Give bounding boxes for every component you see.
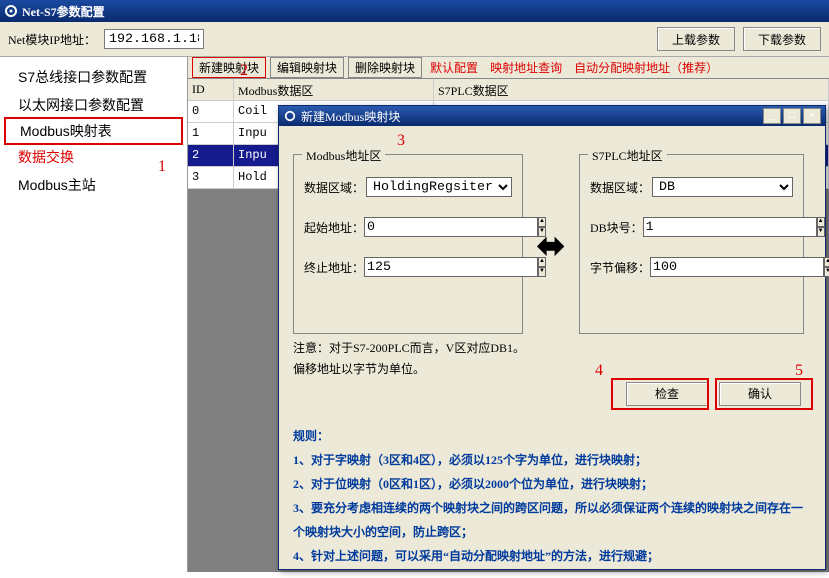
gear-icon bbox=[283, 109, 297, 123]
upload-button[interactable]: 上载参数 bbox=[657, 27, 735, 51]
rule-1: 1、对于字映射（3区和4区），必须以125个字为单位，进行块映射； bbox=[293, 448, 811, 472]
rules-section: 规则： 1、对于字映射（3区和4区），必须以125个字为单位，进行块映射； 2、… bbox=[293, 424, 811, 568]
modbus-area-select[interactable]: HoldingRegsiter bbox=[366, 177, 512, 197]
annotation-3: 3 bbox=[397, 132, 405, 149]
gear-icon bbox=[4, 4, 18, 18]
maximize-button[interactable]: □ bbox=[783, 108, 801, 124]
s7-offset-input[interactable] bbox=[650, 257, 824, 277]
s7-group: S7PLC地址区 数据区域： DB DB块号： ▲▼ 字节偏移： ▲▼ bbox=[579, 154, 804, 334]
close-button[interactable]: × bbox=[803, 108, 821, 124]
rules-head: 规则： bbox=[293, 424, 811, 448]
col-plc: S7PLC数据区 bbox=[434, 79, 829, 100]
note-line1: 注意：对于S7-200PLC而言，V区对应DB1。 bbox=[293, 340, 811, 357]
grid-header: ID Modbus数据区 S7PLC数据区 bbox=[188, 79, 829, 101]
edit-mapping-button[interactable]: 编辑映射块 bbox=[270, 57, 344, 78]
sidebar: S7总线接口参数配置 以太网接口参数配置 Modbus映射表 数据交换 Modb… bbox=[0, 57, 188, 572]
main-titlebar: Net-S7参数配置 bbox=[0, 0, 829, 22]
modbus-start-label: 起始地址： bbox=[304, 219, 364, 236]
minimize-button[interactable]: _ bbox=[763, 108, 781, 124]
modbus-group: Modbus地址区 数据区域： HoldingRegsiter 起始地址： ▲▼… bbox=[293, 154, 523, 334]
top-toolbar: Net模块IP地址： 上载参数 下载参数 bbox=[0, 22, 829, 57]
sidebar-item-ethernet[interactable]: 以太网接口参数配置 bbox=[0, 91, 187, 119]
spinner[interactable]: ▲▼ bbox=[538, 217, 546, 237]
modbus-end-label: 终止地址： bbox=[304, 259, 364, 276]
rule-2: 2、对于位映射（0区和1区），必须以2000个位为单位，进行块映射； bbox=[293, 472, 811, 496]
rule-3: 3、要充分考虑相连续的两个映射块之间的跨区问题，所以必须保证两个连续的映射块之间… bbox=[293, 496, 811, 544]
modbus-end-input[interactable] bbox=[364, 257, 538, 277]
new-mapping-dialog: 新建Modbus映射块 _ □ × 3 Modbus地址区 数据区域： Hold… bbox=[278, 105, 826, 570]
annotation-4: 4 bbox=[595, 362, 603, 380]
dialog-titlebar: 新建Modbus映射块 _ □ × bbox=[279, 106, 825, 126]
sidebar-item-modbus-map[interactable]: Modbus映射表 bbox=[4, 117, 183, 145]
modbus-group-label: Modbus地址区 bbox=[302, 147, 385, 164]
ip-input[interactable] bbox=[104, 29, 204, 49]
check-button[interactable]: 检查 bbox=[626, 382, 708, 406]
note-line2: 偏移地址以字节为单位。 bbox=[293, 361, 811, 378]
spinner[interactable]: ▲▼ bbox=[817, 217, 825, 237]
s7-offset-label: 字节偏移： bbox=[590, 259, 650, 276]
delete-mapping-button[interactable]: 删除映射块 bbox=[348, 57, 422, 78]
auto-assign-link[interactable]: 自动分配映射地址（推荐） bbox=[570, 59, 722, 76]
s7-block-label: DB块号： bbox=[590, 219, 643, 236]
col-type: Modbus数据区 bbox=[234, 79, 434, 100]
content-toolbar: 新建映射块 编辑映射块 删除映射块 默认配置 映射地址查询 自动分配映射地址（推… bbox=[188, 57, 829, 79]
window-title: Net-S7参数配置 bbox=[22, 3, 105, 20]
spinner[interactable]: ▲▼ bbox=[538, 257, 546, 277]
dialog-title: 新建Modbus映射块 bbox=[301, 108, 400, 125]
annotation-2: 2 bbox=[240, 62, 248, 80]
new-mapping-button[interactable]: 新建映射块 bbox=[192, 57, 266, 78]
s7-block-input[interactable] bbox=[643, 217, 817, 237]
modbus-start-input[interactable] bbox=[364, 217, 538, 237]
sidebar-item-s7bus[interactable]: S7总线接口参数配置 bbox=[0, 63, 187, 91]
modbus-area-label: 数据区域： bbox=[304, 179, 366, 196]
query-link[interactable]: 映射地址查询 bbox=[486, 59, 566, 76]
ip-label: Net模块IP地址： bbox=[8, 31, 96, 48]
annotation-1: 1 bbox=[158, 158, 166, 176]
rule-4: 4、针对上述问题，可以采用“自动分配映射地址”的方法，进行规避； bbox=[293, 544, 811, 568]
s7-area-select[interactable]: DB bbox=[652, 177, 793, 197]
ok-button[interactable]: 确认 bbox=[719, 382, 801, 406]
spinner[interactable]: ▲▼ bbox=[824, 257, 829, 277]
s7-area-label: 数据区域： bbox=[590, 179, 652, 196]
arrow-icon: ⬌ bbox=[526, 154, 576, 266]
default-config-link[interactable]: 默认配置 bbox=[426, 59, 482, 76]
s7-group-label: S7PLC地址区 bbox=[588, 147, 667, 164]
annotation-5: 5 bbox=[795, 362, 803, 380]
download-button[interactable]: 下载参数 bbox=[743, 27, 821, 51]
col-id: ID bbox=[188, 79, 234, 100]
